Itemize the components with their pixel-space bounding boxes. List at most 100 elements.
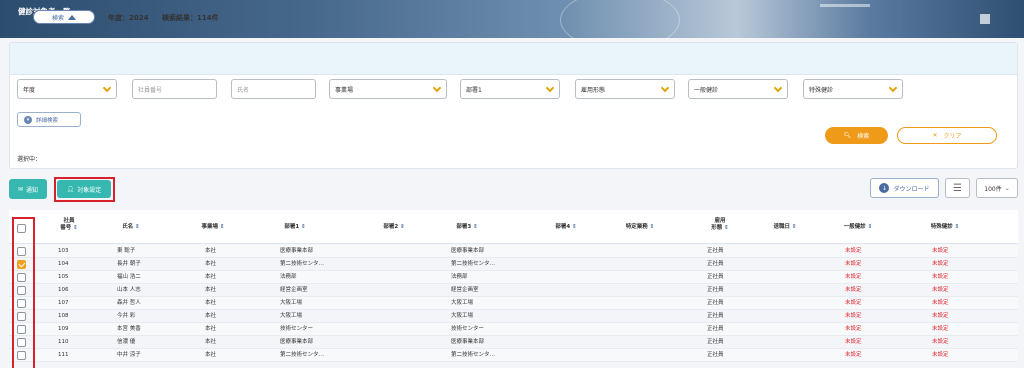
column-header[interactable]: 部署3 ⇕ [456, 224, 477, 231]
column-header[interactable]: 雇用 形態 ⇕ [711, 218, 729, 232]
filter-label: 年度 [23, 86, 36, 94]
cell-general: 未設定 [845, 261, 862, 267]
cell-site: 本社 [205, 287, 217, 293]
cell-dept1: 経営企画室 [280, 287, 308, 293]
cell-dept3: 第二技術センタ… [451, 261, 496, 267]
cell-dept3: 技術センター [451, 326, 485, 332]
filter-label: 社員番号 [138, 86, 163, 94]
header-decoration [560, 0, 680, 38]
cell-name: 森井 哲人 [117, 300, 141, 306]
chevron-down-icon: ⌄ [1004, 184, 1010, 192]
cell-name: 信濃 優 [117, 339, 136, 345]
table-row[interactable] [9, 336, 1018, 349]
filter-dropdown[interactable]: 部署1 [460, 79, 560, 99]
advanced-search-label: 詳細検索 [36, 117, 59, 124]
cell-name: 中井 涼子 [117, 352, 141, 358]
header-decoration [980, 14, 990, 24]
filter-dropdown[interactable]: 一般健診 [688, 79, 788, 99]
cell-general: 未設定 [845, 352, 862, 358]
filter-dropdown[interactable]: 雇用形態 [575, 79, 675, 99]
table-row[interactable] [9, 284, 1018, 297]
clear-button-label: クリア [943, 133, 962, 140]
column-header-label: 特殊健診 [930, 224, 953, 230]
cell-no: 103 [58, 248, 69, 254]
table-row[interactable] [9, 310, 1018, 323]
filter-input[interactable]: 氏名 [231, 79, 316, 99]
column-header[interactable]: 一般健診 ⇕ [844, 224, 873, 231]
clear-button[interactable]: ✕ クリア [897, 127, 997, 144]
column-header[interactable]: 氏名 ⇕ [122, 224, 140, 231]
sort-icon: ⇕ [647, 224, 655, 230]
cell-dept1: 医療事業本部 [280, 339, 314, 345]
advanced-search-button[interactable]: ▾ 詳細検索 [17, 112, 81, 127]
sort-icon: ⇕ [570, 224, 577, 230]
chevron-down-icon [888, 83, 898, 93]
cell-dept3: 第二技術センタ… [451, 352, 496, 358]
filter-dropdown[interactable]: 事業場 [329, 79, 447, 99]
cell-site: 本社 [205, 248, 217, 254]
chevron-down-icon [660, 83, 670, 93]
table-row[interactable] [9, 323, 1018, 336]
table-row[interactable] [9, 258, 1018, 271]
notify-button[interactable]: ✉ 通知 [9, 179, 47, 199]
cell-special: 未設定 [932, 352, 949, 358]
table-row[interactable] [9, 271, 1018, 284]
cell-emp: 正社員 [707, 274, 724, 280]
selected-label: 選択中： [17, 156, 42, 163]
download-icon: ↓ [879, 183, 890, 193]
cell-name: 本宮 美香 [117, 326, 141, 332]
search-toggle-button[interactable]: 検索 [33, 10, 95, 24]
search-toggle-label: 検索 [51, 14, 64, 22]
cell-emp: 正社員 [707, 352, 724, 358]
column-header-label: 特定業務 [625, 224, 648, 230]
cell-emp: 正社員 [707, 339, 724, 345]
chevron-down-icon [545, 83, 555, 93]
cell-emp: 正社員 [707, 326, 724, 332]
column-header[interactable]: 部署1 ⇕ [284, 224, 305, 231]
filter-input[interactable]: 社員番号 [132, 79, 217, 99]
cell-emp: 正社員 [707, 248, 724, 254]
column-header-label: 氏名 [122, 224, 134, 230]
sort-icon: ⇕ [471, 224, 478, 230]
search-button[interactable]: 🔍︎ 検索 [825, 127, 888, 144]
cell-dept1: 大阪工場 [280, 313, 303, 319]
column-header[interactable]: 特殊健診 ⇕ [931, 224, 960, 231]
download-button[interactable]: ↓ ダウンロード [870, 178, 939, 198]
cell-general: 未設定 [845, 326, 862, 332]
caret-up-icon [68, 14, 76, 20]
column-header-label: 事業場 [201, 224, 218, 230]
search-summary-bar [10, 43, 1017, 75]
cell-general: 未設定 [845, 248, 862, 254]
cell-emp: 正社員 [707, 287, 724, 293]
table-row[interactable] [9, 245, 1018, 258]
filter-dropdown[interactable]: 特殊健診 [803, 79, 903, 99]
per-page-select[interactable]: 100件 ⌄ [976, 178, 1018, 198]
cell-special: 未設定 [932, 326, 949, 332]
cell-dept1: 第二技術センタ… [280, 352, 325, 358]
column-header[interactable]: 部署4 ⇕ [555, 224, 576, 231]
column-header[interactable]: 部署2 ⇕ [383, 224, 404, 231]
column-header[interactable]: 退職日 ⇕ [773, 224, 796, 231]
column-header[interactable]: 特定業務 ⇕ [626, 224, 655, 231]
target-setting-button[interactable]: 👤︎ 対象設定 [57, 180, 111, 198]
cell-emp: 正社員 [707, 300, 724, 306]
cell-no: 111 [58, 352, 69, 358]
page-header: 健診対象者一覧 [0, 0, 1024, 38]
cell-special: 未設定 [932, 248, 949, 254]
cell-dept1: 法務部 [280, 274, 297, 280]
column-header[interactable]: 事業場 ⇕ [201, 224, 224, 231]
result-count-text: 検索結果：114件 [162, 14, 219, 22]
filter-dropdown[interactable]: 年度 [17, 79, 117, 99]
table-row[interactable] [9, 349, 1018, 362]
column-header[interactable]: 社員 番号 ⇕ [60, 218, 78, 232]
close-icon: ✕ [932, 132, 938, 139]
cell-site: 本社 [205, 352, 217, 358]
cell-dept1: 技術センター [280, 326, 314, 332]
search-panel [9, 42, 1018, 169]
fiscal-year-text: 年度：2024 [108, 14, 149, 22]
column-settings-button[interactable]: ☰ [945, 178, 970, 198]
table-row[interactable] [9, 297, 1018, 310]
sort-icon: ⇕ [217, 224, 225, 230]
cell-no: 110 [58, 339, 69, 345]
sort-icon: ⇕ [398, 224, 405, 230]
